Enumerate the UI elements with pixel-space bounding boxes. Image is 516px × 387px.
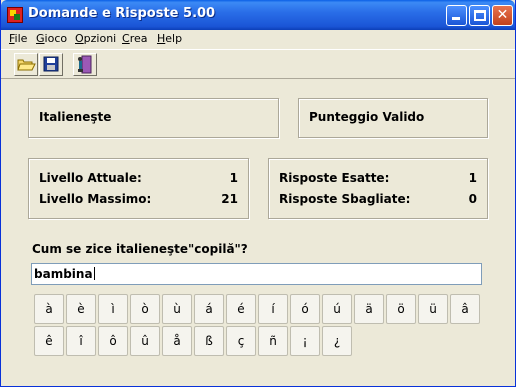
char-button[interactable]: ú <box>322 294 352 324</box>
save-button[interactable] <box>39 53 63 76</box>
char-button[interactable]: î <box>66 326 96 356</box>
char-button[interactable]: ó <box>290 294 320 324</box>
maximize-button[interactable] <box>469 5 490 26</box>
app-icon <box>7 7 23 23</box>
char-button[interactable]: è <box>66 294 96 324</box>
question-text: Cum se zice italieneşte"copilă"? <box>32 242 248 256</box>
correct-answers-value: 1 <box>468 171 477 185</box>
current-level-value: 1 <box>229 171 238 185</box>
char-button[interactable]: é <box>226 294 256 324</box>
open-button[interactable] <box>14 53 38 76</box>
window-title: Domande e Risposte 5.00 <box>28 6 216 21</box>
exit-button[interactable] <box>73 53 97 76</box>
title-bar[interactable]: Domande e Risposte 5.00 ✕ <box>1 0 515 30</box>
language-label: Italieneşte <box>39 110 112 124</box>
scoring-group: Punteggio Valido <box>298 98 488 138</box>
save-disk-icon <box>43 56 59 72</box>
wrong-answers-value: 0 <box>468 192 477 206</box>
char-button[interactable]: à <box>34 294 64 324</box>
correct-answers-label: Risposte Esatte: <box>279 171 390 185</box>
menu-bar: File Gioco Opzioni Crea Help <box>1 30 515 48</box>
menu-file[interactable]: File <box>9 32 27 45</box>
char-button[interactable]: ß <box>194 326 224 356</box>
char-button[interactable]: ê <box>34 326 64 356</box>
char-button[interactable]: ¿ <box>322 326 352 356</box>
menu-crea[interactable]: Crea <box>122 32 147 45</box>
wrong-answers-label: Risposte Sbagliate: <box>279 192 411 206</box>
toolbar <box>1 49 515 79</box>
max-level-label: Livello Massimo: <box>39 192 152 206</box>
menu-opzioni[interactable]: Opzioni <box>75 32 116 45</box>
open-folder-icon <box>17 59 36 71</box>
max-level-value: 21 <box>221 192 238 206</box>
char-button[interactable]: û <box>130 326 160 356</box>
char-button[interactable]: â <box>450 294 480 324</box>
answer-value: bambina <box>34 267 93 281</box>
char-button[interactable]: á <box>194 294 224 324</box>
exit-door-icon <box>78 55 92 74</box>
app-window: Domande e Risposte 5.00 ✕ File Gioco Opz… <box>0 0 516 387</box>
char-button[interactable]: ô <box>98 326 128 356</box>
close-button[interactable]: ✕ <box>492 5 513 26</box>
answer-input[interactable]: bambina <box>31 263 482 285</box>
char-button[interactable]: ç <box>226 326 256 356</box>
char-button[interactable]: ö <box>386 294 416 324</box>
char-button[interactable]: ò <box>130 294 160 324</box>
menu-gioco[interactable]: Gioco <box>36 32 67 45</box>
current-level-label: Livello Attuale: <box>39 171 142 185</box>
menu-help[interactable]: Help <box>157 32 182 45</box>
char-button[interactable]: ù <box>162 294 192 324</box>
levels-group: Livello Attuale: 1 Livello Massimo: 21 <box>28 158 249 219</box>
minimize-button[interactable] <box>446 5 467 26</box>
answers-group: Risposte Esatte: 1 Risposte Sbagliate: 0 <box>268 158 488 219</box>
scoring-label: Punteggio Valido <box>309 110 425 124</box>
char-button[interactable]: ¡ <box>290 326 320 356</box>
language-group: Italieneşte <box>28 98 279 138</box>
char-button[interactable]: ñ <box>258 326 288 356</box>
char-button[interactable]: å <box>162 326 192 356</box>
char-button[interactable]: ì <box>98 294 128 324</box>
char-button[interactable]: í <box>258 294 288 324</box>
char-button[interactable]: ü <box>418 294 448 324</box>
char-button[interactable]: ä <box>354 294 384 324</box>
